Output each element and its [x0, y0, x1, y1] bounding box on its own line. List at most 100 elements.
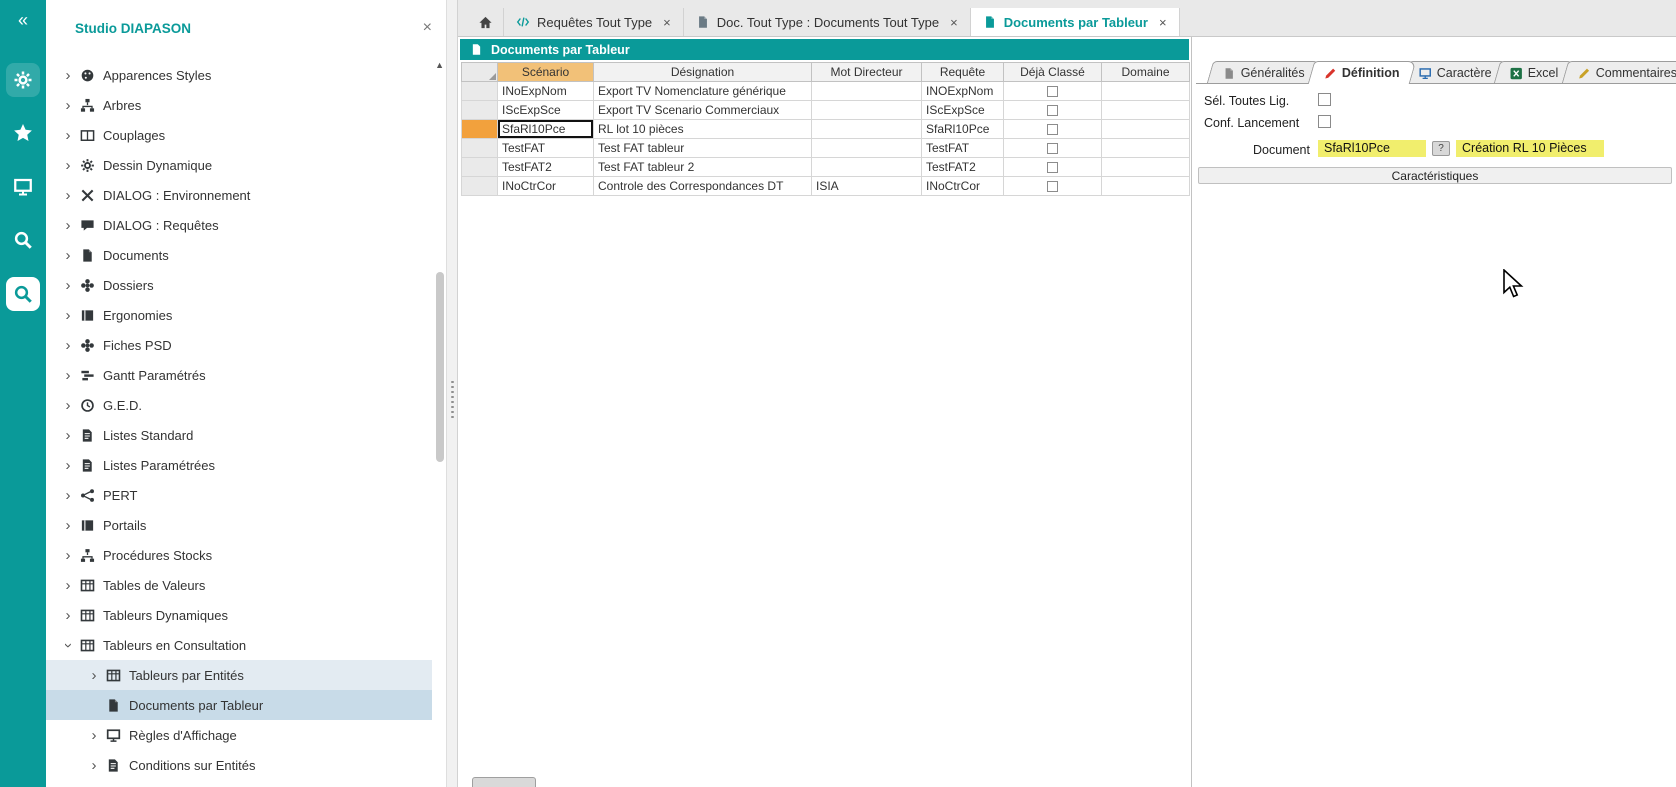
- chevron-icon[interactable]: [60, 187, 76, 204]
- cell-designation[interactable]: Controle des Correspondances DT: [594, 177, 812, 196]
- chevron-icon[interactable]: [60, 427, 76, 444]
- cell-scenario[interactable]: INoCtrCor: [498, 177, 594, 196]
- cell-designation[interactable]: Export TV Scenario Commerciaux: [594, 101, 812, 120]
- row-selector[interactable]: [462, 82, 498, 101]
- deja-classe-checkbox[interactable]: [1047, 162, 1058, 173]
- column-header-domaine[interactable]: Domaine: [1102, 63, 1190, 82]
- document-tab[interactable]: Requêtes Tout Type ×: [504, 8, 684, 36]
- table-row[interactable]: INoCtrCor Controle des Correspondances D…: [462, 177, 1190, 196]
- scrollbar-thumb[interactable]: [436, 272, 444, 462]
- sidebar-item[interactable]: Règles d'Affichage: [46, 720, 432, 750]
- sidebar-item[interactable]: Listes Standard: [46, 420, 432, 450]
- select-all-header[interactable]: [462, 63, 498, 82]
- cell-designation[interactable]: Test FAT tableur: [594, 139, 812, 158]
- cell-mot-directeur[interactable]: ISIA: [812, 177, 922, 196]
- scroll-up-icon[interactable]: ▲: [435, 60, 444, 70]
- sidebar-item[interactable]: Couplages: [46, 120, 432, 150]
- cell-scenario[interactable]: IScExpSce: [498, 101, 594, 120]
- rail-gear-button[interactable]: [6, 63, 40, 97]
- cell-domaine[interactable]: [1102, 101, 1190, 120]
- chevron-icon[interactable]: [60, 67, 76, 84]
- cell-designation[interactable]: Test FAT tableur 2: [594, 158, 812, 177]
- tab-close-icon[interactable]: ×: [663, 15, 671, 30]
- sidebar-item[interactable]: Conditions sur Entités: [46, 750, 432, 780]
- chevron-icon[interactable]: [60, 457, 76, 474]
- document-code-field[interactable]: SfaRl10Pce: [1318, 140, 1426, 157]
- chevron-icon[interactable]: [60, 337, 76, 354]
- conf-lancement-checkbox[interactable]: [1318, 115, 1331, 128]
- detail-tab[interactable]: Généralités: [1207, 61, 1321, 83]
- sidebar-item[interactable]: Tables de Valeurs: [46, 570, 432, 600]
- deja-classe-checkbox[interactable]: [1047, 86, 1058, 97]
- sidebar-item[interactable]: DIALOG : Requêtes: [46, 210, 432, 240]
- rail-search-button[interactable]: [6, 223, 40, 257]
- cell-domaine[interactable]: [1102, 158, 1190, 177]
- chevron-icon[interactable]: [86, 757, 102, 774]
- cell-scenario[interactable]: TestFAT: [498, 139, 594, 158]
- close-icon[interactable]: ×: [423, 20, 432, 36]
- sidebar-item[interactable]: Portails: [46, 510, 432, 540]
- sidebar-item[interactable]: Listes Paramétrées: [46, 450, 432, 480]
- chevron-icon[interactable]: [60, 217, 76, 234]
- sidebar-item[interactable]: Tableurs en Consultation: [46, 630, 432, 660]
- cell-scenario[interactable]: TestFAT2: [498, 158, 594, 177]
- sidebar-item[interactable]: G.E.D.: [46, 390, 432, 420]
- cell-domaine[interactable]: [1102, 177, 1190, 196]
- cell-domaine[interactable]: [1102, 82, 1190, 101]
- chevron-icon[interactable]: [60, 517, 76, 534]
- sidebar-item[interactable]: Documents: [46, 240, 432, 270]
- cell-mot-directeur[interactable]: [812, 82, 922, 101]
- cell-designation[interactable]: RL lot 10 pièces: [594, 120, 812, 139]
- cell-requete[interactable]: INOExpNom: [922, 82, 1004, 101]
- sidebar-item[interactable]: Apparences Styles: [46, 60, 432, 90]
- column-header-deja-classe[interactable]: Déjà Classé: [1004, 63, 1102, 82]
- cell-requete[interactable]: INoCtrCor: [922, 177, 1004, 196]
- sidebar-item[interactable]: Arbres: [46, 90, 432, 120]
- column-header-requete[interactable]: Requête: [922, 63, 1004, 82]
- tab-close-icon[interactable]: ×: [1159, 15, 1167, 30]
- sidebar-item[interactable]: Dessin Dynamique: [46, 150, 432, 180]
- deja-classe-checkbox[interactable]: [1047, 105, 1058, 116]
- chevron-icon[interactable]: [60, 367, 76, 384]
- chevron-icon[interactable]: [60, 577, 76, 594]
- sidebar-item[interactable]: Documents par Tableur: [46, 690, 432, 720]
- sidebar-item[interactable]: Gantt Paramétrés: [46, 360, 432, 390]
- chevron-icon[interactable]: [60, 247, 76, 264]
- sidebar-item[interactable]: DIALOG : Environnement: [46, 180, 432, 210]
- chevron-icon[interactable]: [86, 667, 102, 684]
- chevron-icon[interactable]: [60, 547, 76, 564]
- document-description-field[interactable]: Création RL 10 Pièces: [1456, 140, 1604, 157]
- row-selector[interactable]: [462, 101, 498, 120]
- detail-tab[interactable]: Caractère: [1402, 61, 1507, 83]
- cell-mot-directeur[interactable]: [812, 139, 922, 158]
- sidebar-item[interactable]: Fiches PSD: [46, 330, 432, 360]
- deja-classe-checkbox[interactable]: [1047, 124, 1058, 135]
- chevron-icon[interactable]: [60, 277, 76, 294]
- help-button[interactable]: ?: [1432, 141, 1450, 156]
- deja-classe-checkbox[interactable]: [1047, 143, 1058, 154]
- sidebar-item[interactable]: Tableurs Dynamiques: [46, 600, 432, 630]
- cell-requete[interactable]: IScExpSce: [922, 101, 1004, 120]
- cell-domaine[interactable]: [1102, 139, 1190, 158]
- cell-scenario[interactable]: SfaRl10Pce: [498, 120, 594, 139]
- chevron-icon[interactable]: [86, 727, 102, 744]
- column-header-mot-directeur[interactable]: Mot Directeur: [812, 63, 922, 82]
- tab-close-icon[interactable]: ×: [950, 15, 958, 30]
- column-header-scenario[interactable]: Scénario: [498, 63, 594, 82]
- row-selector[interactable]: [462, 158, 498, 177]
- cell-requete[interactable]: TestFAT2: [922, 158, 1004, 177]
- panel-splitter[interactable]: [446, 0, 458, 787]
- cell-requete[interactable]: SfaRl10Pce: [922, 120, 1004, 139]
- cell-requete[interactable]: TestFAT: [922, 139, 1004, 158]
- table-row[interactable]: SfaRl10Pce RL lot 10 pièces SfaRl10Pce: [462, 120, 1190, 139]
- chevron-icon[interactable]: [60, 637, 76, 654]
- detail-tab[interactable]: Commentaires: [1562, 61, 1676, 83]
- chevron-icon[interactable]: [60, 607, 76, 624]
- row-selector[interactable]: [462, 177, 498, 196]
- cell-domaine[interactable]: [1102, 120, 1190, 139]
- sel-toutes-lig-checkbox[interactable]: [1318, 93, 1331, 106]
- table-row[interactable]: IScExpSce Export TV Scenario Commerciaux…: [462, 101, 1190, 120]
- cell-designation[interactable]: Export TV Nomenclature générique: [594, 82, 812, 101]
- cell-mot-directeur[interactable]: [812, 101, 922, 120]
- sidebar-item[interactable]: Tableurs par Entités: [46, 660, 432, 690]
